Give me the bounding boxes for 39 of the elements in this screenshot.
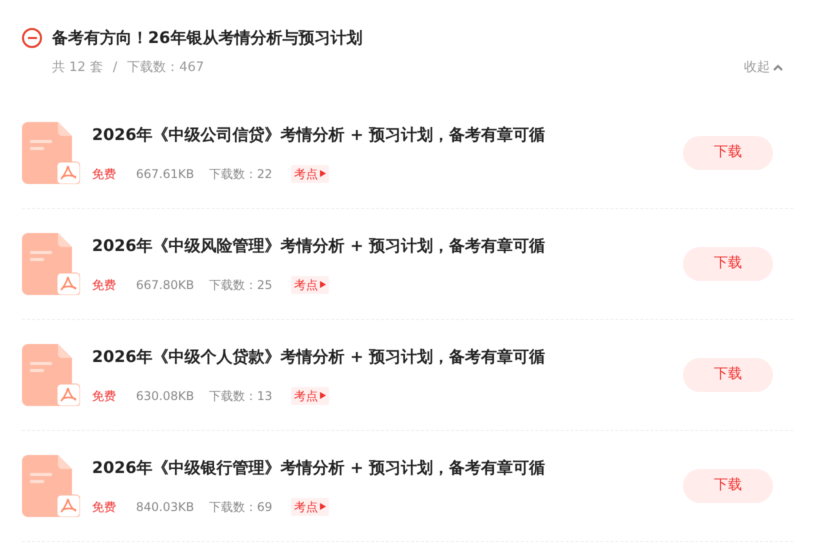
- topic-tag[interactable]: 考点: [291, 386, 329, 404]
- item-count: 共 12 套: [52, 59, 103, 77]
- download-count: 下载数：22: [209, 166, 274, 182]
- file-size: 840.03KB: [136, 498, 196, 516]
- play-icon: [320, 392, 326, 399]
- price-label: 免费: [92, 276, 117, 294]
- price-label: 免费: [92, 166, 117, 182]
- document-title[interactable]: 2026年《中级公司信贷》考情分析 + 预习计划，备考有章可循: [92, 122, 546, 146]
- document-title[interactable]: 2026年《中级银行管理》考情分析 + 预习计划，备考有章可循: [92, 456, 546, 480]
- topic-tag[interactable]: 考点: [291, 276, 329, 294]
- section-title: 备考有方向！26年银从考情分析与预习计划: [52, 27, 362, 49]
- price-label: 免费: [92, 498, 117, 516]
- download-count: 下载数：13: [209, 388, 274, 404]
- pdf-file-icon: [22, 344, 80, 406]
- download-count: 下载数：25: [209, 276, 274, 294]
- file-size: 630.08KB: [136, 388, 196, 404]
- document-title[interactable]: 2026年《中级风险管理》考情分析 + 预习计划，备考有章可循: [92, 234, 546, 258]
- download-button[interactable]: 下载: [683, 358, 773, 392]
- chevron-up-icon: [773, 64, 783, 72]
- download-count: 下载数：467: [127, 59, 204, 77]
- separator: /: [112, 59, 118, 77]
- file-size: 667.61KB: [136, 166, 196, 182]
- topic-tag[interactable]: 考点: [291, 164, 329, 182]
- download-count: 下载数：69: [209, 498, 274, 516]
- collapse-link[interactable]: 收起: [744, 58, 783, 78]
- pdf-file-icon: [22, 232, 80, 294]
- play-icon: [320, 281, 326, 288]
- play-icon: [320, 503, 326, 510]
- pdf-file-icon: [22, 454, 80, 516]
- download-button[interactable]: 下载: [683, 136, 773, 170]
- file-size: 667.80KB: [136, 276, 196, 294]
- collapse-toggle-icon[interactable]: [22, 28, 42, 48]
- topic-tag[interactable]: 考点: [291, 498, 329, 516]
- pdf-file-icon: [22, 122, 80, 184]
- price-label: 免费: [92, 388, 117, 404]
- play-icon: [320, 170, 326, 177]
- document-title[interactable]: 2026年《中级个人贷款》考情分析 + 预习计划，备考有章可循: [92, 344, 546, 368]
- download-button[interactable]: 下载: [683, 468, 773, 502]
- download-button[interactable]: 下载: [683, 246, 773, 280]
